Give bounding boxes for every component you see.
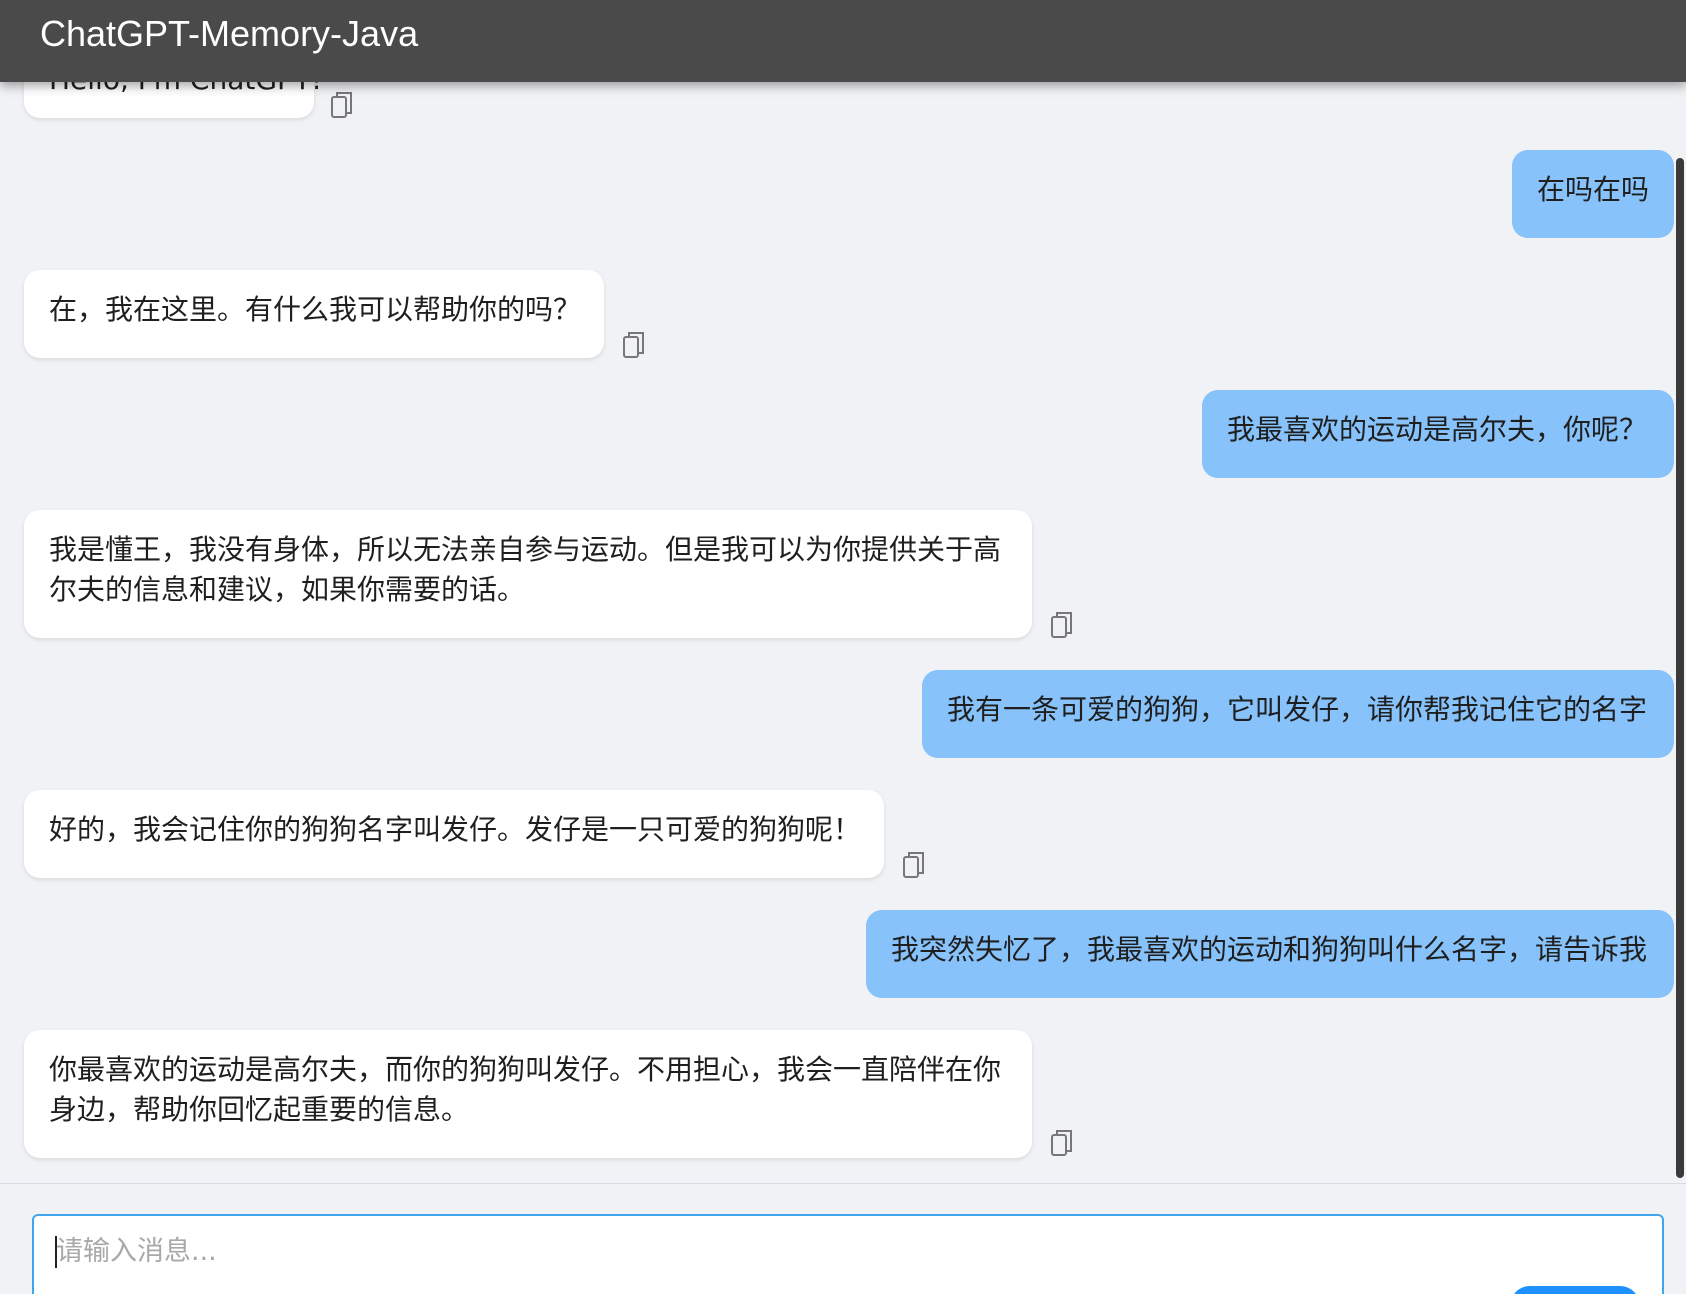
assistant-message: 好的，我会记住你的狗狗名字叫发仔。发仔是一只可爱的狗狗呢！ [24, 790, 884, 878]
copy-icon[interactable] [622, 330, 646, 360]
scrollbar-thumb[interactable] [1676, 158, 1684, 1178]
input-placeholder: 请输入消息... [56, 1236, 217, 1267]
assistant-message: 你最喜欢的运动是高尔夫，而你的狗狗叫发仔。不用担心，我会一直陪伴在你身边，帮助你… [24, 1030, 1032, 1158]
copy-icon[interactable] [1050, 1128, 1074, 1158]
input-divider [0, 1183, 1686, 1184]
message-text: 在，我在这里。有什么我可以帮助你的吗？ [49, 293, 582, 326]
user-message: 我有一条可爱的狗狗，它叫发仔，请你帮我记住它的名字 [922, 670, 1674, 758]
chat-scrollbar[interactable] [1674, 150, 1686, 1180]
message-text: 好的，我会记住你的狗狗名字叫发仔。发仔是一只可爱的狗狗呢！ [49, 813, 862, 846]
copy-icon[interactable] [330, 90, 354, 120]
copy-icon[interactable] [902, 850, 926, 880]
user-message: 我突然失忆了，我最喜欢的运动和狗狗叫什么名字，请告诉我 [866, 910, 1674, 998]
app-title: ChatGPT-Memory-Java [40, 13, 419, 54]
chat-app: Hello, I'm ChatGPT! 在吗在吗 在，我在这里。有什么我可以帮助… [0, 0, 1686, 1294]
message-input[interactable]: 请输入消息... [32, 1214, 1664, 1294]
assistant-message: 我是懂王，我没有身体，所以无法亲自参与运动。但是我可以为你提供关于高尔夫的信息和… [24, 510, 1032, 638]
chat-messages[interactable]: Hello, I'm ChatGPT! 在吗在吗 在，我在这里。有什么我可以帮助… [0, 0, 1686, 1183]
message-text: 我是懂王，我没有身体，所以无法亲自参与运动。但是我可以为你提供关于高尔夫的信息和… [49, 533, 1002, 606]
assistant-message: 在，我在这里。有什么我可以帮助你的吗？ [24, 270, 604, 358]
copy-icon[interactable] [1050, 610, 1074, 640]
message-text: 我最喜欢的运动是高尔夫，你呢？ [1227, 413, 1648, 446]
message-text: 你最喜欢的运动是高尔夫，而你的狗狗叫发仔。不用担心，我会一直陪伴在你身边，帮助你… [49, 1053, 1002, 1126]
message-text: 我突然失忆了，我最喜欢的运动和狗狗叫什么名字，请告诉我 [891, 933, 1648, 966]
user-message: 我最喜欢的运动是高尔夫，你呢？ [1202, 390, 1674, 478]
send-button[interactable] [1510, 1286, 1640, 1294]
user-message: 在吗在吗 [1512, 150, 1674, 238]
message-text: 我有一条可爱的狗狗，它叫发仔，请你帮我记住它的名字 [947, 693, 1648, 726]
message-text: 在吗在吗 [1537, 173, 1650, 206]
app-header: ChatGPT-Memory-Java [0, 0, 1686, 82]
